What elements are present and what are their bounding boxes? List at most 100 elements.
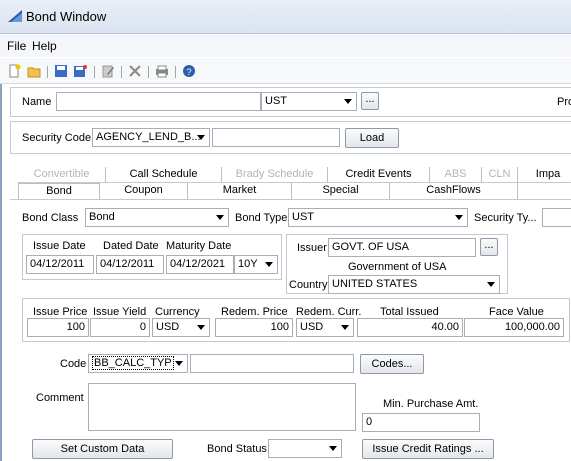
open-icon[interactable] [27, 64, 41, 78]
svg-text:?: ? [186, 67, 191, 77]
currency-label: Currency [155, 306, 200, 318]
issue-price-field[interactable]: 100 [27, 318, 89, 337]
country-select[interactable]: UNITED STATES [328, 275, 500, 294]
bond-class-select[interactable]: Bond [85, 208, 229, 227]
name-lookup-button[interactable]: ... [361, 92, 379, 110]
bond-type-select[interactable]: UST [288, 208, 468, 227]
redem-curr-value: USD [300, 321, 324, 333]
toolbar-separator [121, 66, 122, 78]
tenor-value: 10Y [238, 258, 258, 270]
tab-brady-schedule: Brady Schedule [222, 167, 328, 183]
security-type-field[interactable] [542, 208, 571, 227]
comment-label: Comment [36, 392, 84, 404]
security-code-label: Security Code [22, 132, 92, 144]
issue-date-label: Issue Date [33, 240, 86, 252]
codes-button[interactable]: Codes... [360, 354, 424, 374]
properties-label-cut: Pro [557, 96, 571, 108]
country-value: UNITED STATES [332, 278, 418, 290]
name-field[interactable] [56, 92, 261, 111]
min-purchase-label: Min. Purchase Amt. [383, 398, 479, 410]
security-group: Security Code AGENCY_LEND_B... Load [10, 121, 571, 154]
chevron-down-icon [341, 325, 349, 330]
menu-bar: File Help [0, 35, 571, 57]
dated-date-label: Dated Date [103, 240, 159, 252]
security-search-field[interactable] [212, 128, 340, 147]
face-value-label: Face Value [489, 306, 544, 318]
edit-icon[interactable] [101, 64, 115, 78]
save-as-icon[interactable] [73, 64, 87, 78]
toolbar-separator [94, 66, 95, 78]
tab-cashflows[interactable]: CashFlows [390, 183, 518, 199]
toolbar-separator [148, 66, 149, 78]
bond-status-label: Bond Status [207, 443, 267, 455]
issue-yield-label: Issue Yield [93, 306, 147, 318]
toolbar-separator [175, 66, 176, 78]
delete-icon[interactable] [128, 64, 142, 78]
total-issued-field[interactable]: 40.00 [357, 318, 463, 337]
tab-special[interactable]: Special [292, 183, 390, 199]
tab-market[interactable]: Market [188, 183, 292, 199]
tab-cln: CLN [482, 167, 518, 183]
bond-class-label: Bond Class [22, 212, 79, 224]
maturity-date-label: Maturity Date [166, 240, 232, 252]
bond-class-value: Bond [89, 211, 115, 223]
security-code-value: AGENCY_LEND_B... [96, 131, 201, 143]
security-code-select[interactable]: AGENCY_LEND_B... [92, 128, 210, 147]
bond-status-select[interactable] [268, 439, 342, 458]
issue-yield-field[interactable]: 0 [90, 318, 150, 337]
ticker-value: UST [265, 95, 287, 107]
security-type-label: Security Ty... [474, 212, 537, 224]
face-value-field[interactable]: 100,000.00 [464, 318, 564, 337]
redem-price-label: Redem. Price [221, 306, 288, 318]
currency-select[interactable]: USD [152, 318, 210, 337]
redem-curr-select[interactable]: USD [296, 318, 354, 337]
tab-panel-top [10, 199, 571, 200]
load-button[interactable]: Load [345, 128, 399, 148]
chevron-down-icon [265, 262, 273, 267]
tab-bond[interactable]: Bond [18, 183, 100, 199]
ticker-select[interactable]: UST [261, 92, 357, 111]
redem-price-field[interactable]: 100 [215, 318, 293, 337]
toolbar-separator [47, 66, 48, 78]
country-label: Country [289, 279, 328, 291]
menu-file[interactable]: File [7, 39, 26, 53]
tab-credit-events[interactable]: Credit Events [328, 167, 430, 183]
tab-abs: ABS [430, 167, 482, 183]
issue-credit-ratings-button[interactable]: Issue Credit Ratings ... [362, 439, 494, 459]
chevron-down-icon [487, 282, 495, 287]
tab-coupon[interactable]: Coupon [100, 183, 188, 199]
code-select[interactable]: BB_CALC_TYP [88, 354, 188, 373]
title-bar: Bond Window [0, 0, 571, 34]
window-title: Bond Window [26, 9, 107, 24]
code-text-field[interactable] [190, 354, 354, 373]
min-purchase-field[interactable]: 0 [362, 413, 480, 432]
name-label: Name [22, 96, 52, 108]
tab-call-schedule[interactable]: Call Schedule [106, 167, 222, 183]
app-icon [8, 10, 22, 22]
issuer-lookup-button[interactable]: ... [480, 238, 498, 256]
help-icon[interactable]: ? [182, 64, 196, 78]
bond-type-label: Bond Type [235, 212, 288, 224]
maturity-date-field[interactable]: 04/12/2021 [166, 255, 234, 274]
total-issued-label: Total Issued [380, 306, 439, 318]
issuer-label: Issuer [297, 242, 327, 254]
chevron-down-icon [329, 446, 337, 451]
save-icon[interactable] [54, 64, 68, 78]
window-left-border [0, 84, 2, 461]
tenor-select[interactable]: 10Y [234, 255, 278, 274]
issue-date-field[interactable]: 04/12/2011 [26, 255, 94, 274]
currency-value: USD [156, 321, 180, 333]
new-icon[interactable] [7, 64, 21, 78]
code-label: Code [60, 358, 87, 370]
dated-date-field[interactable]: 04/12/2011 [96, 255, 164, 274]
tab-impa[interactable]: Impa [518, 167, 571, 183]
comment-textarea[interactable] [88, 383, 356, 431]
menu-help[interactable]: Help [32, 39, 57, 53]
issuer-field[interactable]: GOVT. OF USA [328, 238, 476, 257]
chevron-down-icon [455, 215, 463, 220]
tab-empty [518, 183, 571, 199]
print-icon[interactable] [155, 64, 169, 78]
chevron-down-icon [197, 135, 205, 140]
bond-type-value: UST [292, 211, 314, 223]
set-custom-data-button[interactable]: Set Custom Data [32, 439, 173, 459]
